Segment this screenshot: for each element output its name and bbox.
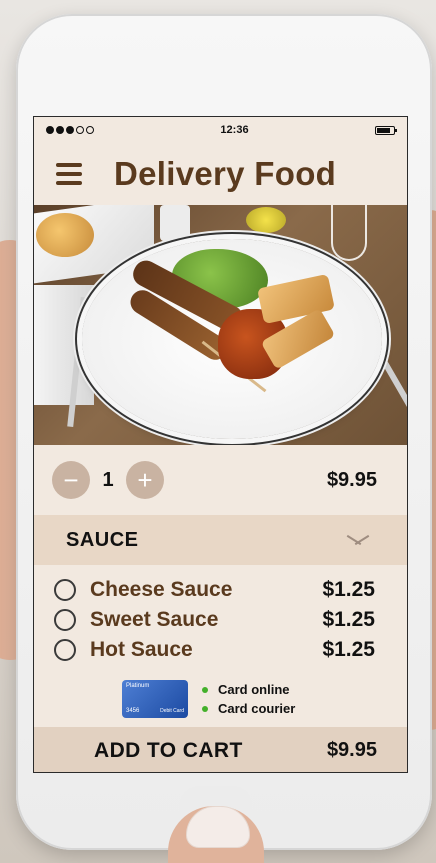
sauce-options-list: Cheese Sauce $1.25 Sweet Sauce $1.25 Hot…: [34, 575, 407, 665]
page-title: Delivery Food: [114, 155, 337, 192]
credit-card-icon: Platinum 3456 Debit Card: [122, 680, 188, 718]
cup: [160, 205, 190, 241]
hamburger-menu-icon[interactable]: [56, 163, 82, 185]
payment-methods: Card online Card courier: [202, 682, 295, 716]
sauce-name: Cheese Sauce: [90, 578, 233, 601]
bullet-icon: [202, 686, 208, 693]
sauce-name: Hot Sauce: [90, 638, 193, 661]
payment-method-label: Card online: [218, 682, 290, 697]
quantity-value: 1: [102, 468, 114, 491]
sauce-title: SAUCE: [66, 528, 139, 551]
decrease-quantity-button[interactable]: −: [52, 461, 90, 499]
sauce-price: $1.25: [322, 638, 375, 661]
radio-button[interactable]: [54, 579, 76, 601]
radio-button[interactable]: [54, 609, 76, 631]
chevron-down-icon[interactable]: [345, 533, 371, 547]
payment-options: Platinum 3456 Debit Card Card online Car…: [122, 677, 382, 721]
sauce-option-sweet[interactable]: Sweet Sauce $1.25: [34, 605, 407, 635]
battery-icon: [374, 125, 397, 135]
wine-glass: [331, 205, 367, 261]
sauce-price: $1.25: [322, 608, 375, 631]
sauce-price: $1.25: [322, 578, 375, 601]
status-time: 12:36: [220, 124, 249, 136]
cart-total: $9.95: [326, 739, 377, 761]
add-to-cart-label: ADD TO CART: [94, 738, 243, 762]
item-price: $9.95: [326, 468, 377, 491]
flower: [246, 207, 286, 233]
bread: [36, 213, 94, 257]
payment-method-label: Card courier: [218, 701, 296, 716]
bullet-icon: [202, 705, 208, 712]
food-photo: [34, 205, 407, 445]
card-number: 3456: [126, 708, 140, 714]
add-to-cart-button[interactable]: ADD TO CART $9.95: [34, 727, 407, 772]
sauce-option-hot[interactable]: Hot Sauce $1.25: [34, 635, 407, 665]
sauce-name: Sweet Sauce: [90, 608, 219, 631]
app-header: Delivery Food: [34, 143, 407, 205]
card-brand: Platinum: [126, 683, 150, 689]
radio-button[interactable]: [54, 639, 76, 661]
payment-method-courier[interactable]: Card courier: [202, 701, 295, 716]
app-screen: 12:36 Delivery Food − 1 + $9.95 SAUCE Ch…: [33, 116, 408, 773]
signal-icon: [46, 126, 94, 134]
status-bar: 12:36: [34, 117, 407, 143]
card-type: Debit Card: [160, 708, 184, 714]
sauce-option-cheese[interactable]: Cheese Sauce $1.25: [34, 575, 407, 605]
increase-quantity-button[interactable]: +: [126, 461, 164, 499]
quantity-stepper: − 1 + $9.95: [34, 445, 407, 515]
payment-method-online[interactable]: Card online: [202, 682, 295, 697]
sauce-dropdown[interactable]: SAUCE: [34, 515, 407, 565]
